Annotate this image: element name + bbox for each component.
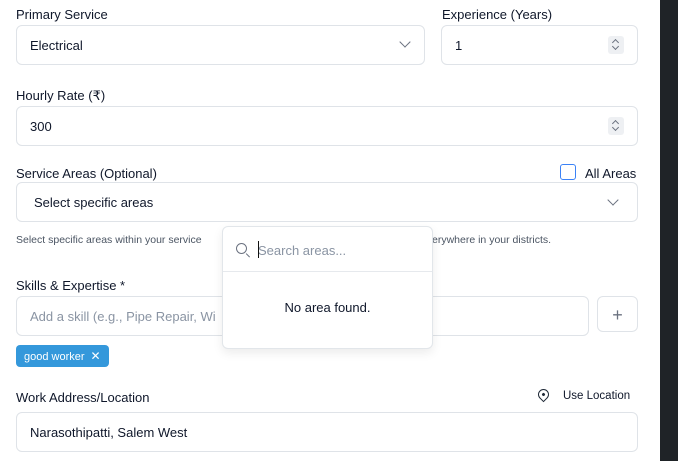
use-location-label: Use Location: [563, 390, 631, 402]
all-areas-label: All Areas: [585, 166, 637, 181]
service-areas-help-left: Select specific areas within your servic…: [16, 234, 202, 246]
work-address-value: Narasothipatti, Salem West: [30, 425, 188, 440]
remove-tag-icon[interactable]: ✕: [91, 349, 101, 363]
empty-state-text: No area found.: [284, 300, 371, 315]
skill-tag-label: good worker: [24, 351, 85, 363]
service-areas-placeholder: Select specific areas: [34, 195, 154, 210]
search-icon: [236, 243, 247, 254]
work-address-input[interactable]: Narasothipatti, Salem West: [16, 412, 638, 452]
all-areas-checkbox[interactable]: [560, 164, 576, 180]
hourly-rate-input[interactable]: 300: [16, 106, 638, 146]
text-caret: [258, 241, 259, 258]
skill-input-placeholder: Add a skill (e.g., Pipe Repair, Wi: [30, 309, 216, 324]
experience-value: 1: [455, 38, 463, 53]
skills-label: Skills & Expertise *: [16, 278, 126, 293]
number-stepper-icon[interactable]: [608, 117, 624, 135]
hourly-rate-value: 300: [30, 119, 52, 134]
number-stepper-icon[interactable]: [608, 36, 624, 54]
service-areas-dropdown: No area found.: [222, 226, 433, 349]
search-areas-input[interactable]: [258, 241, 423, 259]
chevron-down-icon: [607, 194, 619, 206]
profile-form: Primary Service Electrical Experience (Y…: [0, 0, 660, 461]
experience-label: Experience (Years): [442, 7, 553, 22]
scrollbar[interactable]: [660, 0, 678, 461]
service-areas-label: Service Areas (Optional): [16, 166, 157, 181]
map-pin-icon: [535, 386, 552, 403]
chevron-down-icon: [399, 36, 411, 48]
experience-input[interactable]: 1: [441, 25, 638, 65]
skill-tag: good worker ✕: [16, 345, 109, 367]
hourly-rate-label: Hourly Rate (₹): [16, 88, 106, 103]
add-skill-button[interactable]: +: [597, 296, 638, 332]
primary-service-value: Electrical: [30, 38, 83, 53]
primary-service-label: Primary Service: [16, 7, 108, 22]
use-location-button[interactable]: Use Location: [530, 386, 638, 406]
service-areas-help-right: erywhere in your districts.: [432, 234, 552, 246]
dropdown-search-row: [223, 227, 432, 272]
work-address-label: Work Address/Location: [16, 390, 150, 405]
service-areas-select[interactable]: Select specific areas: [16, 182, 638, 222]
primary-service-select[interactable]: Electrical: [16, 25, 425, 65]
